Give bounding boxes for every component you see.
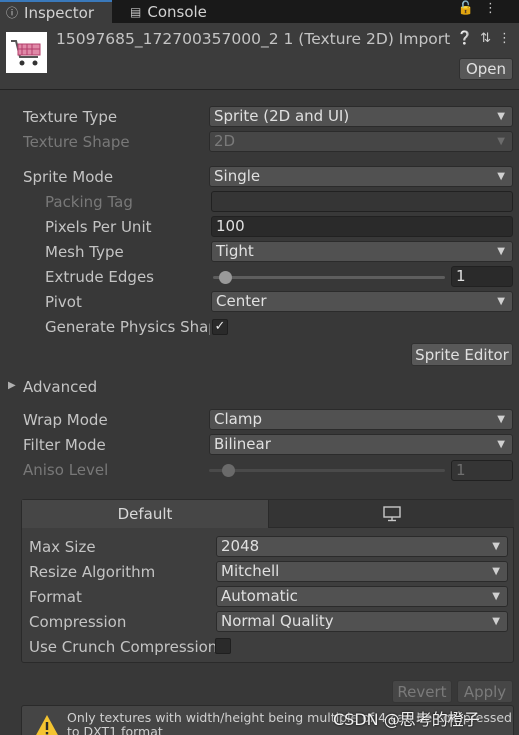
aniso-level-label: Aniso Level (23, 461, 109, 479)
warning-icon (36, 715, 58, 735)
pivot-value: Center (216, 292, 267, 310)
generate-physics-shape-label: Generate Physics Shape (45, 318, 210, 336)
settings-menu-icon[interactable]: ⋮ (498, 31, 511, 46)
monitor-icon (382, 505, 401, 521)
kebab-menu-icon[interactable]: ⋮ (484, 1, 507, 16)
texture-shape-dropdown: 2D ▼ (209, 131, 513, 152)
advanced-foldout[interactable]: Advanced (23, 378, 97, 396)
wrap-mode-value: Clamp (214, 410, 262, 428)
sprite-mode-value: Single (214, 167, 261, 185)
tab-console-label: Console (147, 2, 207, 21)
chevron-down-icon: ▼ (497, 439, 505, 450)
generate-physics-shape-checkbox[interactable]: ✓ (212, 319, 228, 335)
resize-algorithm-label: Resize Algorithm (29, 563, 156, 581)
presets-icon[interactable]: ⇅ (480, 31, 491, 46)
max-size-value: 2048 (221, 537, 260, 555)
format-value: Automatic (221, 587, 298, 605)
filter-mode-label: Filter Mode (23, 436, 106, 454)
tab-console[interactable]: ▤ Console (126, 0, 207, 23)
extrude-edges-slider-handle[interactable] (219, 271, 232, 284)
tab-standalone-platform[interactable] (269, 500, 514, 528)
texture-shape-value: 2D (214, 132, 236, 150)
texture-thumbnail (6, 32, 47, 73)
filter-mode-value: Bilinear (214, 435, 271, 453)
sprite-editor-button[interactable]: Sprite Editor (411, 343, 513, 366)
tab-default-platform[interactable]: Default (22, 500, 269, 528)
sprite-mode-dropdown[interactable]: Single ▼ (209, 166, 513, 187)
foldout-arrow-icon[interactable]: ▶ (8, 380, 16, 391)
window-tab-bar: ⓘ Inspector ▤ Console 🔓⋮ (0, 0, 519, 23)
aniso-level-slider-handle (222, 464, 235, 477)
tab-inspector-label: Inspector (24, 3, 94, 22)
aniso-level-slider-track (209, 469, 445, 472)
apply-button[interactable]: Apply (457, 680, 513, 703)
info-icon: ⓘ (6, 6, 19, 20)
compression-value: Normal Quality (221, 612, 334, 630)
mesh-type-dropdown[interactable]: Tight ▼ (211, 241, 513, 262)
pivot-dropdown[interactable]: Center ▼ (211, 291, 513, 312)
header-icons: ❔ ⇅ ⋮ (457, 31, 511, 46)
format-label: Format (29, 588, 82, 606)
sprite-mode-label: Sprite Mode (23, 168, 114, 186)
tab-default-label: Default (117, 505, 173, 523)
max-size-label: Max Size (29, 538, 96, 556)
open-button[interactable]: Open (459, 58, 513, 80)
pixels-per-unit-field[interactable]: 100 (211, 216, 513, 237)
use-crunch-compression-checkbox[interactable] (215, 638, 231, 654)
packing-tag-field (211, 191, 513, 212)
resize-algorithm-dropdown[interactable]: Mitchell ▼ (216, 561, 508, 582)
mesh-type-label: Mesh Type (45, 243, 124, 261)
asset-title: 15097685_172700357000_2 1 (Texture 2D) I… (56, 30, 454, 48)
chevron-down-icon: ▼ (497, 246, 505, 257)
tab-bar-controls: 🔓⋮ (458, 1, 507, 16)
platform-settings-panel: Default Max Size 2048 ▼ Resize Algorithm… (21, 499, 514, 663)
wrap-mode-dropdown[interactable]: Clamp ▼ (209, 409, 513, 430)
lock-icon[interactable]: 🔓 (458, 1, 484, 16)
chevron-down-icon: ▼ (492, 566, 500, 577)
inspector-header: 15097685_172700357000_2 1 (Texture 2D) I… (0, 23, 519, 90)
extrude-edges-slider-track[interactable] (213, 276, 445, 279)
chevron-down-icon: ▼ (497, 136, 505, 147)
chevron-down-icon: ▼ (497, 111, 505, 122)
resize-algorithm-value: Mitchell (221, 562, 280, 580)
max-size-dropdown[interactable]: 2048 ▼ (216, 536, 508, 557)
filter-mode-dropdown[interactable]: Bilinear ▼ (209, 434, 513, 455)
watermark: CSDN @思考的橙子 (333, 710, 480, 729)
extrude-edges-field[interactable]: 1 (451, 266, 513, 287)
help-icon[interactable]: ❔ (457, 31, 473, 46)
chevron-down-icon: ▼ (497, 414, 505, 425)
texture-shape-label: Texture Shape (23, 133, 130, 151)
mesh-type-value: Tight (216, 242, 254, 260)
pixels-per-unit-label: Pixels Per Unit (45, 218, 152, 236)
shopping-cart-icon (10, 39, 40, 65)
chevron-down-icon: ▼ (497, 296, 505, 307)
tab-inspector[interactable]: ⓘ Inspector (0, 0, 112, 23)
texture-type-dropdown[interactable]: Sprite (2D and UI) ▼ (209, 106, 513, 127)
pivot-label: Pivot (45, 293, 82, 311)
compression-dropdown[interactable]: Normal Quality ▼ (216, 611, 508, 632)
use-crunch-compression-label: Use Crunch Compression (29, 638, 218, 656)
console-icon: ▤ (130, 4, 142, 19)
aniso-level-field: 1 (451, 460, 513, 481)
revert-button[interactable]: Revert (392, 680, 452, 703)
chevron-down-icon: ▼ (492, 591, 500, 602)
packing-tag-label: Packing Tag (45, 193, 133, 211)
wrap-mode-label: Wrap Mode (23, 411, 108, 429)
chevron-down-icon: ▼ (497, 171, 505, 182)
texture-type-label: Texture Type (23, 108, 118, 126)
checkmark-icon: ✓ (214, 319, 226, 334)
chevron-down-icon: ▼ (492, 541, 500, 552)
extrude-edges-label: Extrude Edges (45, 268, 154, 286)
format-dropdown[interactable]: Automatic ▼ (216, 586, 508, 607)
compression-label: Compression (29, 613, 127, 631)
chevron-down-icon: ▼ (492, 616, 500, 627)
texture-type-value: Sprite (2D and UI) (214, 107, 350, 125)
